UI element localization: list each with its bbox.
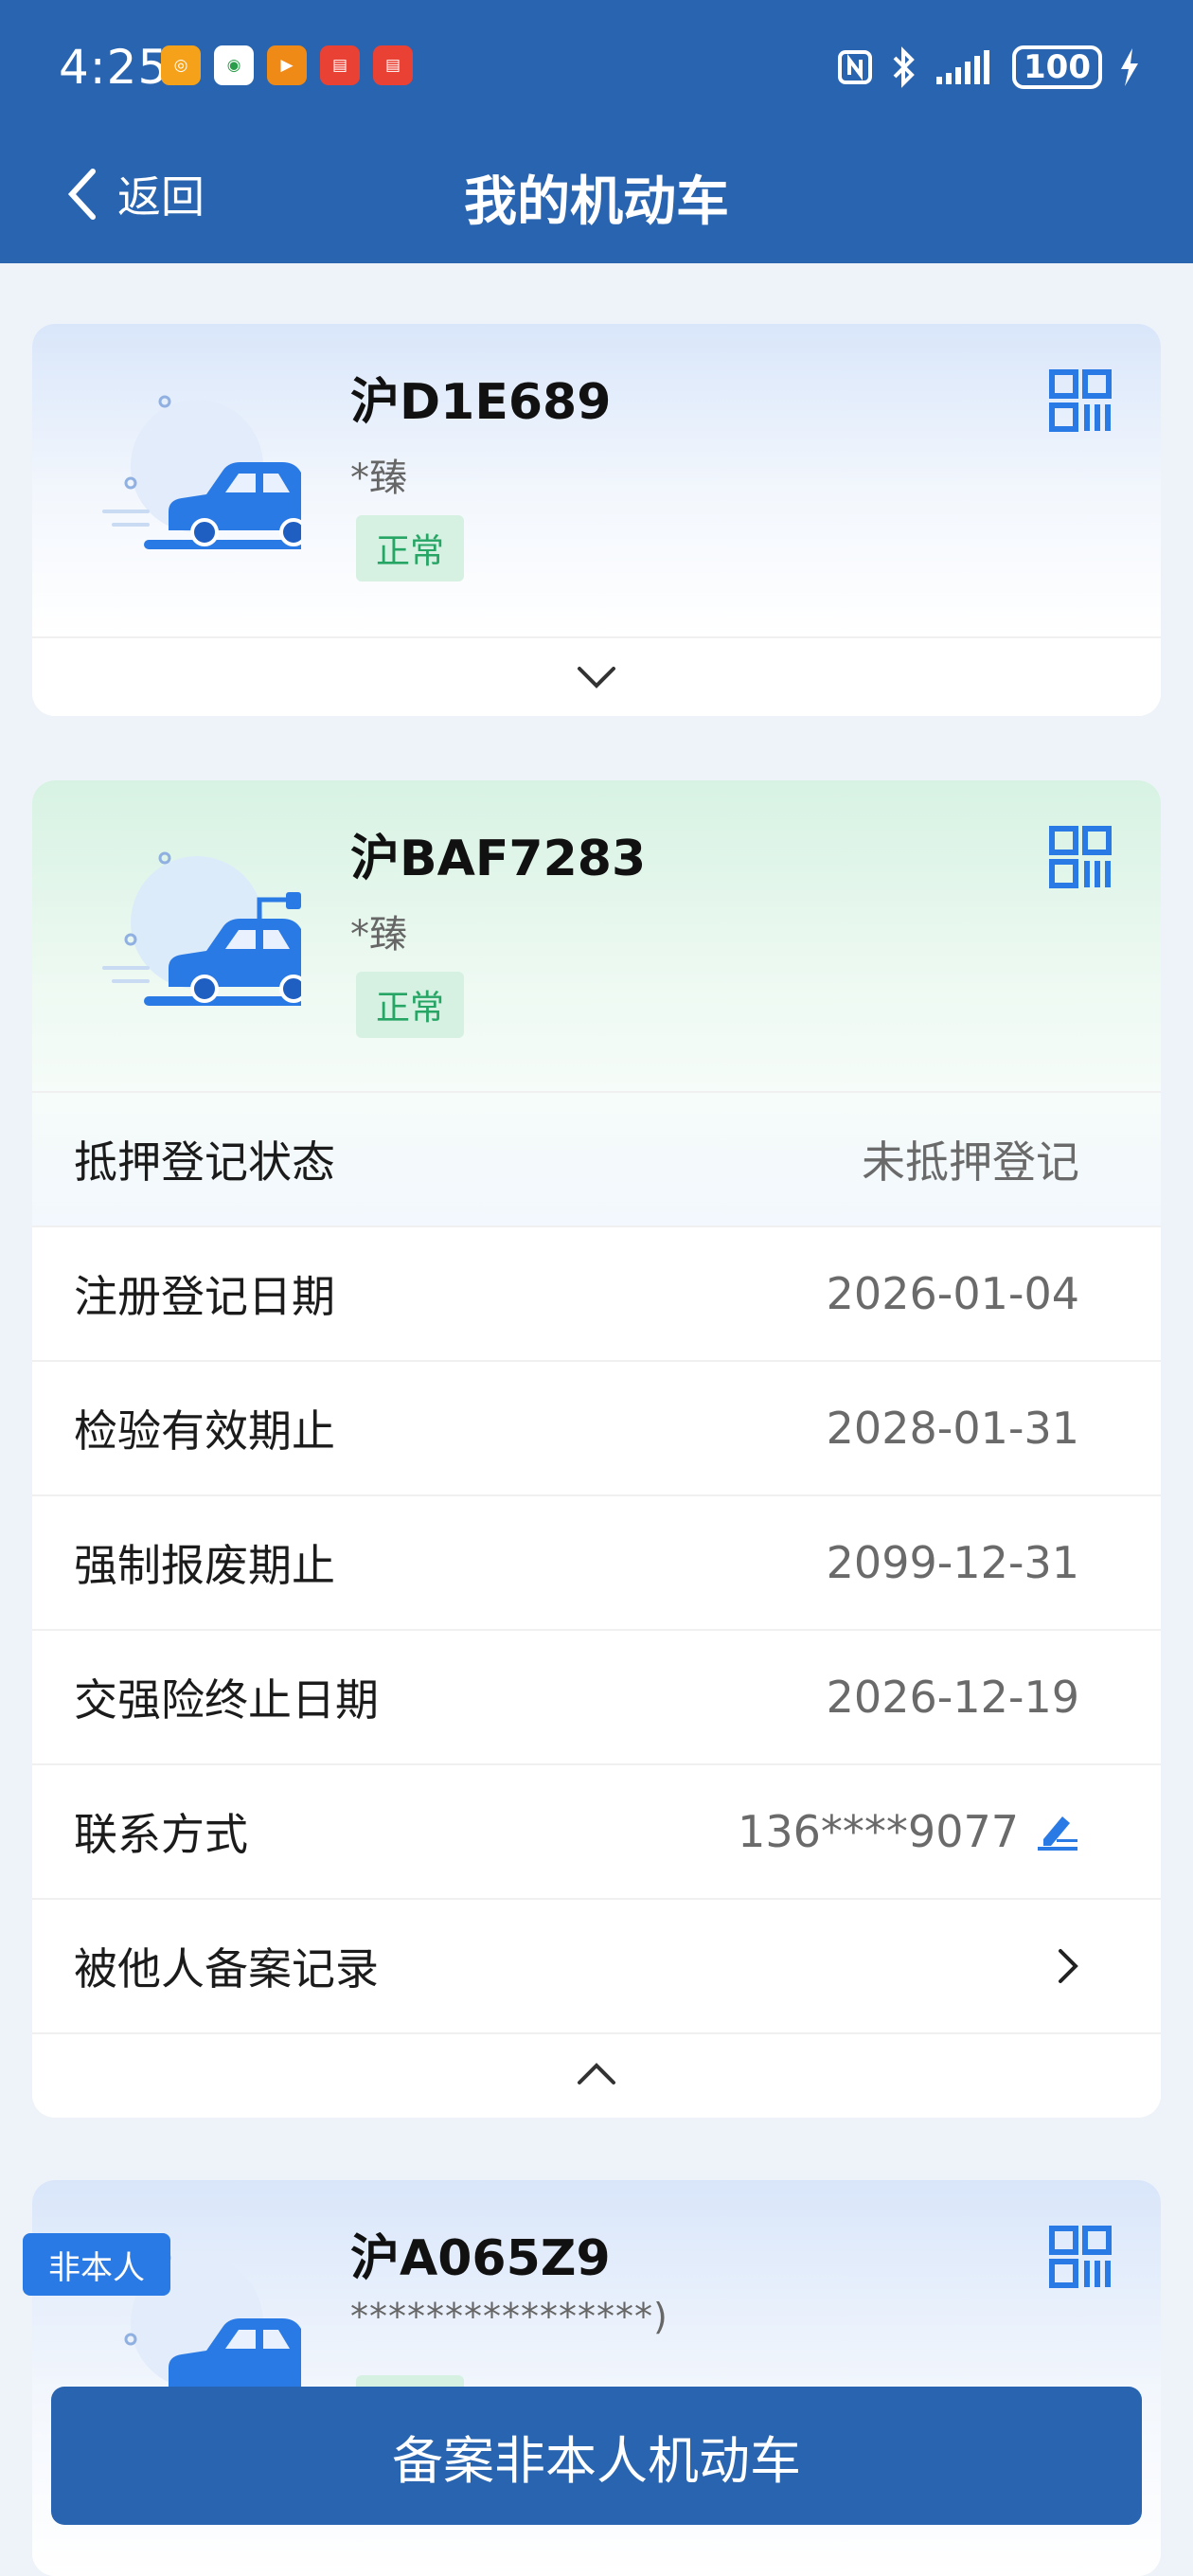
nav-bar: 返回 我的机动车 [0,142,1193,246]
bluetooth-icon [893,46,915,88]
app-notification-icon: ◉ [214,45,254,85]
phone-number: 136****9077 [738,1806,1019,1857]
signal-icon [936,50,990,84]
qr-code-icon[interactable] [1049,369,1112,432]
register-non-owner-vehicle-button[interactable]: 备案非本人机动车 [51,2387,1142,2525]
vehicle-card[interactable]: 沪D1E689 *臻 正常 [32,324,1161,716]
detail-label: 检验有效期止 [74,1405,335,1457]
chevron-down-icon [578,667,615,689]
status-badge: 正常 [356,515,464,581]
detail-label: 强制报废期止 [74,1540,335,1591]
detail-value: 2026-01-04 [826,1268,1079,1319]
detail-row: 交强险终止日期 2026-12-19 [32,1629,1161,1763]
plate-number: 沪A065Z9 [350,2230,611,2287]
filing-record-row[interactable]: 被他人备案记录 [32,1898,1161,2032]
app-notification-icon: ▤ [320,45,360,85]
qr-code-icon[interactable] [1049,826,1112,888]
owner-name: ****************) [350,2296,668,2337]
plate-number: 沪BAF7283 [350,831,647,887]
car-icon [102,395,301,549]
vehicle-card[interactable]: 沪BAF7283 *臻 正常 抵押登记状态 未抵押登记 注册登记日期 2026-… [32,780,1161,2118]
detail-label: 交强险终止日期 [74,1674,379,1726]
header: 4:25 ◎ ◉ ▶ ▤ ▤ 100 返回 我的机动车 [0,0,1193,263]
qr-code-icon[interactable] [1049,2226,1112,2288]
vehicle-card-header: 沪D1E689 *臻 正常 [32,324,1161,636]
plate-number: 沪D1E689 [350,374,612,431]
detail-label: 抵押登记状态 [74,1136,335,1188]
detail-row: 强制报废期止 2099-12-31 [32,1494,1161,1629]
collapse-toggle[interactable] [32,2032,1161,2114]
chevron-right-icon [1059,1949,1078,1983]
charging-icon [1121,48,1138,86]
owner-name: *臻 [350,913,407,957]
detail-value: 未抵押登记 [862,1136,1079,1188]
detail-value: 2026-12-19 [826,1672,1079,1723]
app-notification-icon: ◎ [161,45,201,85]
detail-value: 2099-12-31 [826,1537,1079,1588]
battery-indicator: 100 [1012,45,1102,89]
edit-icon[interactable] [1036,1811,1079,1852]
status-time: 4:25 [59,40,169,95]
owner-name: *臻 [350,456,407,500]
app-notification-icon: ▤ [373,45,413,85]
chevron-up-icon [578,2063,615,2084]
detail-label: 注册登记日期 [74,1271,335,1322]
nfc-icon [838,50,873,84]
detail-row: 注册登记日期 2026-01-04 [32,1225,1161,1360]
page-title: 我的机动车 [464,171,729,233]
contact-value: 136****9077 [738,1806,1079,1857]
status-badge: 正常 [356,972,464,1038]
detail-value: 2028-01-31 [826,1403,1079,1454]
detail-label: 被他人备案记录 [74,1943,379,1995]
not-self-tag: 非本人 [23,2233,170,2296]
app-notification-icon: ▶ [267,45,307,85]
detail-label: 联系方式 [74,1809,248,1860]
detail-row: 抵押登记状态 未抵押登记 [32,1091,1161,1225]
notification-icons: ◎ ◉ ▶ ▤ ▤ [161,45,413,85]
contact-row[interactable]: 联系方式 136****9077 [32,1763,1161,1898]
vehicle-card-header: 沪BAF7283 *臻 正常 [32,780,1161,1091]
expand-toggle[interactable] [32,636,1161,716]
electric-car-icon [102,851,301,1006]
detail-row: 检验有效期止 2028-01-31 [32,1360,1161,1494]
status-bar: 4:25 ◎ ◉ ▶ ▤ ▤ 100 [0,0,1193,133]
system-icons: 100 [836,45,1140,89]
